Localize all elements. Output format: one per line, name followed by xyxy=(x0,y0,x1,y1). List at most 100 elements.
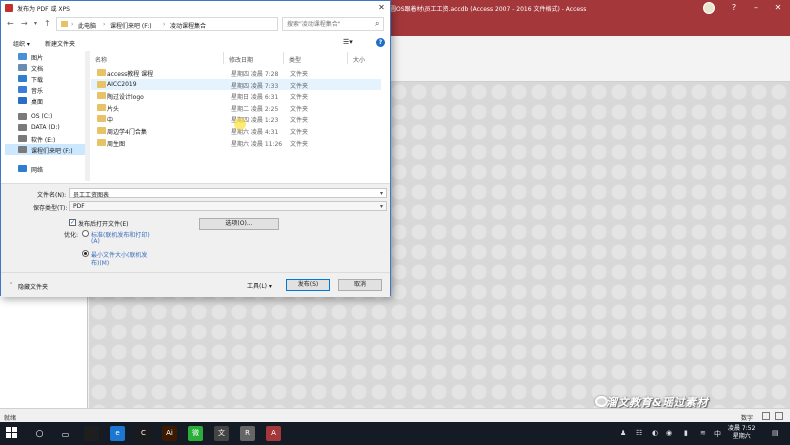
organize-button[interactable]: 组织 ▾ xyxy=(13,39,30,48)
notification-icon[interactable]: ▤ xyxy=(772,429,779,437)
tree-item-label: 桌面 xyxy=(31,99,44,106)
tree-item[interactable]: 软件 (E:) xyxy=(5,133,85,144)
chevron-down-icon[interactable]: ▾ xyxy=(380,203,383,210)
file-type: 文件夹 xyxy=(290,82,309,90)
file-row[interactable]: 周生图 星期六 凌晨 11:26 文件夹 xyxy=(91,137,381,148)
view-options-icon[interactable]: ☰▾ xyxy=(343,38,353,46)
radio-minimum[interactable] xyxy=(82,250,89,257)
help-icon[interactable]: ? xyxy=(376,38,385,47)
radio-standard-label-2[interactable]: (A) xyxy=(91,238,100,245)
file-type: 文件夹 xyxy=(290,94,309,102)
battery-icon[interactable]: ▮ xyxy=(684,429,688,437)
tree-item[interactable]: OS (C:) xyxy=(5,111,85,122)
folder-icon xyxy=(18,165,27,172)
taskbar-app-icon[interactable]: C xyxy=(136,426,151,441)
back-icon[interactable]: ← xyxy=(7,19,14,28)
file-date: 星期四 凌晨 7:28 xyxy=(231,71,279,78)
cancel-button[interactable]: 取消 xyxy=(338,279,382,291)
task-view-icon[interactable]: ▭ xyxy=(58,427,73,442)
options-button[interactable]: 选项(O)... xyxy=(199,218,279,230)
column-name[interactable]: 名称 xyxy=(95,55,107,64)
tree-item[interactable]: 音乐 xyxy=(5,84,85,95)
taskbar-app-icon[interactable]: e xyxy=(110,426,125,441)
taskbar-app-icon[interactable] xyxy=(84,426,99,441)
breadcrumb-item[interactable]: 此电脑 xyxy=(78,21,96,30)
chevron-down-icon[interactable]: ▾ xyxy=(380,190,383,197)
filename-label: 文件名(N): xyxy=(37,192,67,199)
search-icon[interactable]: ○ xyxy=(32,427,47,442)
wifi-icon[interactable]: ≋ xyxy=(700,429,706,437)
design-view-icon[interactable] xyxy=(775,412,783,420)
search-input[interactable] xyxy=(287,20,373,29)
file-name: 周边学4门合集 xyxy=(107,129,147,136)
file-row[interactable]: AICC2019 星期四 凌晨 7:33 文件夹 xyxy=(91,78,381,90)
tree-item-label: 图片 xyxy=(31,55,44,62)
tree-item[interactable]: 图片 xyxy=(5,51,85,62)
taskbar-app-icon[interactable]: 文 xyxy=(214,426,229,441)
network-icon[interactable]: ☷ xyxy=(636,429,642,437)
radio-standard-label[interactable]: 标准(联机发布和打印) xyxy=(91,230,150,239)
open-after-label[interactable]: 发布后打开文件(E) xyxy=(78,219,128,228)
up-icon[interactable]: ↑ xyxy=(44,19,51,28)
search-icon[interactable]: ⌕ xyxy=(375,19,379,29)
savetype-select[interactable]: PDF ▾ xyxy=(69,201,387,211)
ime-icon[interactable]: 中 xyxy=(714,429,721,439)
search-box[interactable]: ⌕ xyxy=(282,17,384,31)
taskbar-app-icon[interactable]: Ai xyxy=(162,426,177,441)
taskbar-app-icon[interactable]: 微 xyxy=(188,426,203,441)
recent-dropdown-icon[interactable]: ▾ xyxy=(34,20,37,27)
breadcrumb-item[interactable]: 凌动课程集合 xyxy=(170,21,206,30)
file-row[interactable]: 陶过设计logo 星期日 凌晨 6:31 文件夹 xyxy=(91,90,381,101)
folder-icon xyxy=(97,138,106,146)
dialog-titlebar: 发布为 PDF 或 XPS ✕ xyxy=(1,1,390,15)
close-icon[interactable]: ✕ xyxy=(767,0,789,16)
taskbar-app-icon[interactable]: R xyxy=(240,426,255,441)
folder-icon xyxy=(97,80,106,88)
clock[interactable]: 凌晨 7:52 星期六 xyxy=(728,425,755,441)
tree-item-label: DATA (D:) xyxy=(31,124,60,131)
folder-icon xyxy=(18,135,27,142)
open-after-checkbox[interactable]: ✓ xyxy=(69,219,76,226)
publish-button[interactable]: 发布(S) xyxy=(286,279,330,291)
person-icon[interactable]: ♟ xyxy=(620,429,626,437)
column-size[interactable]: 大小 xyxy=(353,55,365,64)
tree-item[interactable]: 桌面 xyxy=(5,95,85,106)
new-folder-button[interactable]: 新建文件夹 xyxy=(45,39,75,48)
windows-start-icon[interactable] xyxy=(6,427,18,439)
mic-icon[interactable]: ◉ xyxy=(666,429,672,437)
forward-icon[interactable]: → xyxy=(21,19,28,28)
tree-item-label: 软件 (E:) xyxy=(31,137,56,144)
tools-button[interactable]: 工具(L) ▾ xyxy=(247,281,272,290)
tree-item[interactable]: 文档 xyxy=(5,62,85,73)
datasheet-view-icon[interactable] xyxy=(762,412,770,420)
file-row[interactable]: 片头 星期二 凌晨 2:25 文件夹 xyxy=(91,102,381,113)
help-icon[interactable]: ? xyxy=(723,0,745,16)
file-row[interactable]: access教程 课程 星期四 凌晨 7:28 文件夹 xyxy=(91,67,381,78)
hide-folders-button[interactable]: 隐藏文件夹 xyxy=(18,282,48,291)
volume-icon[interactable]: ◐ xyxy=(652,429,658,437)
tree-item-label: OS (C:) xyxy=(31,113,53,120)
radio-minimum-label-2[interactable]: 布)(M) xyxy=(91,258,109,267)
savetype-label: 保存类型(T): xyxy=(33,205,68,212)
tree-scrollbar[interactable] xyxy=(85,51,90,181)
column-modified[interactable]: 修改日期 xyxy=(229,55,253,64)
dialog-close-button[interactable]: ✕ xyxy=(373,1,390,15)
taskbar-app-icon[interactable]: A xyxy=(266,426,281,441)
tree-item[interactable]: 下载 xyxy=(5,73,85,84)
clock-day: 星期六 xyxy=(732,433,751,440)
dialog-toolbar: 组织 ▾ 新建文件夹 ☰▾ ? xyxy=(1,35,390,49)
minimize-icon[interactable]: – xyxy=(745,0,767,16)
radio-standard[interactable] xyxy=(82,230,89,237)
breadcrumb-item[interactable]: 课程们来吧 (F:) xyxy=(110,21,152,30)
tree-item[interactable]: 课程们来吧 (F:) xyxy=(5,144,85,155)
address-bar[interactable]: › 此电脑 › 课程们来吧 (F:) › 凌动课程集合 ▾ xyxy=(56,17,324,31)
chevron-up-icon[interactable]: ⌃ xyxy=(9,282,13,288)
tree-item[interactable]: DATA (D:) xyxy=(5,122,85,133)
user-avatar[interactable] xyxy=(703,2,715,14)
access-window-title: 圆OS跟着材\员工工资.accdb (Access 2007 - 2016 文件… xyxy=(390,6,587,13)
column-type[interactable]: 类型 xyxy=(289,55,301,64)
file-date: 星期六 凌晨 11:26 xyxy=(231,140,283,148)
filename-field[interactable]: 员工工资图表 ▾ xyxy=(69,188,387,199)
status-ready: 就绪 xyxy=(4,415,17,422)
tree-item[interactable]: 网络 xyxy=(5,163,85,174)
